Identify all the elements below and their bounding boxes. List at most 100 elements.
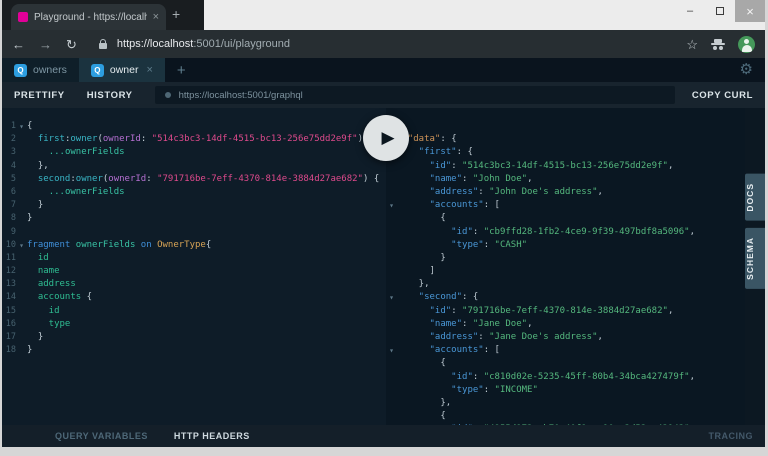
fold-arrow-icon[interactable]: ▾ [386,344,397,357]
fold-arrow-icon[interactable]: ▾ [386,291,397,304]
minimize-button[interactable]: – [675,0,705,22]
playground-tab-owners[interactable]: Q owners [2,58,79,82]
profile-avatar[interactable] [738,35,755,53]
code-line: 1 ▾{ [2,120,386,133]
playground-new-tab-button[interactable]: + [177,62,186,79]
playground-favicon [18,12,28,22]
docs-tab[interactable]: DOCS [745,174,765,221]
graphql-playground: Q owners Q owner × + ⚙ PRETTIFY HISTORY … [2,58,765,447]
execute-query-button[interactable]: ▶ [363,115,409,161]
code-line: "id": "791716be-7eff-4370-814e-3884d27ae… [386,305,745,318]
fold-arrow-icon[interactable]: ▾ [16,120,27,133]
playground-main: ▶ 1 ▾{2 first:owner(ownerId: "514c3bc3-14… [2,108,765,425]
reload-icon[interactable]: ↻ [66,38,77,51]
code-line: "id": "cb9ffd28-1fb2-4ce9-9f39-497bdf8a5… [386,226,745,239]
endpoint-status-dot [164,92,171,98]
code-line: "data": { [386,133,745,146]
fold-arrow-icon[interactable]: ▾ [386,199,397,212]
code-line: { [386,410,745,423]
code-line: ▾ "accounts": [ [386,344,745,357]
prettify-button[interactable]: PRETTIFY [14,90,65,101]
code-line: 6 ...ownerFields [2,186,386,199]
code-line: 7 } [2,199,386,212]
tab-strip: Playground - https://localhost:50 × + [2,0,204,30]
code-line: 15 id [2,305,386,318]
code-line: ▾ "second": { [386,291,745,304]
code-line: 18} [2,344,386,357]
http-headers-tab[interactable]: HTTP HEADERS [174,431,250,441]
forward-icon[interactable]: → [39,38,52,51]
code-line: 10 ▾ fragment ownerFields on OwnerType{ [2,239,386,252]
bookmark-star-icon[interactable]: ☆ [686,38,698,51]
code-line: 12 name [2,265,386,278]
url-host: https://localhost [116,38,194,50]
titlebar: Playground - https://localhost:50 × + – … [2,0,765,30]
new-tab-button[interactable]: + [172,7,180,21]
settings-gear-icon[interactable]: ⚙ [740,62,753,77]
fold-arrow-icon[interactable]: ▾ [16,239,27,252]
query-badge: Q [14,63,27,77]
endpoint-input[interactable]: https://localhost:5001/graphql [154,86,675,104]
address-bar[interactable]: https://localhost:5001/ui/playground [117,38,672,50]
code-line: "id": "c810d02e-5235-45ff-80b4-34bca4274… [386,371,745,384]
back-icon[interactable]: ← [12,38,25,51]
code-line: ▾{ [386,120,745,133]
code-line: 4 }, [2,160,386,173]
tracing-tab[interactable]: TRACING [709,431,754,441]
tab-close-icon[interactable]: × [153,11,159,23]
browser-window: Playground - https://localhost:50 × + – … [2,0,765,447]
play-icon: ▶ [381,128,395,147]
playground-tab-close-icon[interactable]: × [146,64,152,76]
code-line: "address": "John Doe's address", [386,186,745,199]
playground-tab-label: owners [33,64,67,76]
query-variables-tab[interactable]: QUERY VARIABLES [55,431,148,441]
playground-tab-owner[interactable]: Q owner × [78,58,165,82]
code-line: "address": "Jane Doe's address", [386,331,745,344]
code-line: { [386,212,745,225]
close-button[interactable]: × [735,0,765,22]
code-line: 2 first:owner(ownerId: "514c3bc3-14df-45… [2,133,386,146]
code-line: "name": "Jane Doe", [386,318,745,331]
code-line: 11 id [2,252,386,265]
query-editor[interactable]: 1 ▾{2 first:owner(ownerId: "514c3bc3-14df… [2,108,386,425]
copy-curl-button[interactable]: COPY CURL [692,90,753,101]
code-line: "id": "514c3bc3-14df-4515-bc13-256e75dd2… [386,160,745,173]
code-line: 8} [2,212,386,225]
maximize-button[interactable] [705,0,735,22]
window-controls: – × [675,0,765,22]
playground-tab-label: owner [109,64,139,76]
code-line: 5 second:owner(ownerId: "791716be-7eff-4… [2,173,386,186]
endpoint-url: https://localhost:5001/graphql [178,89,303,101]
response-viewer: ▾{ "data": {▾ "first": { "id": "514c3bc3… [386,108,745,425]
https-lock-icon [98,39,107,49]
bottom-panel-bar: QUERY VARIABLES HTTP HEADERS TRACING [2,425,765,447]
playground-toolbar: PRETTIFY HISTORY https://localhost:5001/… [2,82,765,108]
schema-tab[interactable]: SCHEMA [745,228,765,289]
code-line: ▾ "accounts": [ [386,199,745,212]
browser-tab[interactable]: Playground - https://localhost:50 × [11,4,166,30]
url-path: :5001/ui/playground [193,38,290,50]
side-rail: DOCS SCHEMA [745,108,765,425]
history-button[interactable]: HISTORY [87,90,133,101]
